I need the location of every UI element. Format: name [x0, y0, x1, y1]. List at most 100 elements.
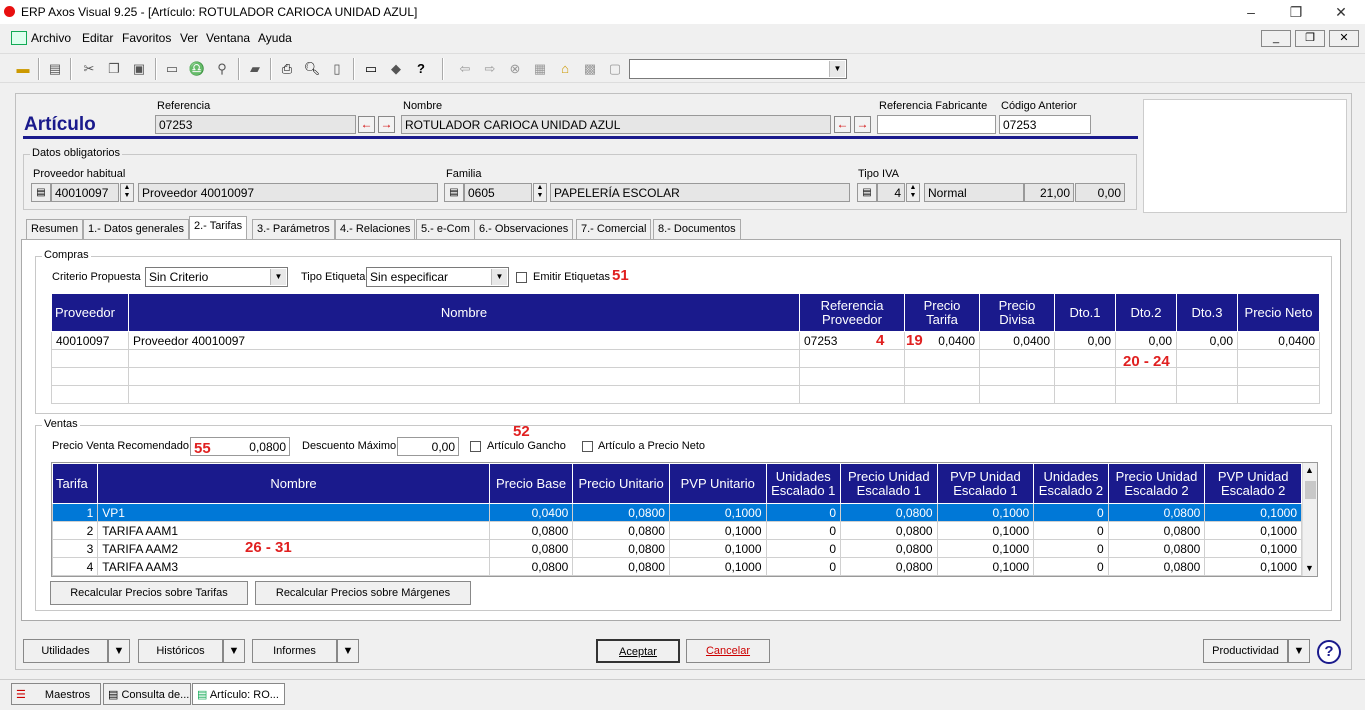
chevron-down-icon[interactable]: ▼	[270, 269, 286, 285]
cell[interactable]: 2	[52, 521, 99, 540]
cell[interactable]: 1	[52, 503, 99, 522]
cell[interactable]: TARIFA AAM2	[97, 539, 490, 558]
table-row[interactable]: 3 TARIFA AAM2 0,0800 0,0800 0,1000 0 0,0800…	[52, 539, 1302, 558]
col-precio-base[interactable]: Precio Base	[488, 463, 574, 504]
page-setup-icon[interactable]: ▯	[328, 60, 346, 78]
table-row[interactable]: 2 TARIFA AAM1 0,0800 0,0800 0,1000 0 0,0800…	[52, 521, 1302, 540]
address-combo[interactable]: ▼	[629, 59, 847, 79]
binoculars-icon[interactable]: ♎	[188, 60, 206, 78]
prev-record-icon[interactable]: ←	[358, 116, 375, 133]
cell[interactable]: 0,1000	[1204, 503, 1302, 522]
utilidades-button[interactable]: Utilidades	[23, 639, 108, 663]
open-folder-icon[interactable]: ▬	[14, 60, 32, 78]
cell[interactable]: 0,0800	[1107, 521, 1206, 540]
nombre-field[interactable]: ROTULADOR CARIOCA UNIDAD AZUL	[401, 115, 831, 134]
chevron-down-icon[interactable]: ▼	[491, 269, 507, 285]
cell[interactable]: 0,0800	[488, 521, 574, 540]
tipo-etiqueta-select[interactable]: Sin especificar ▼	[366, 267, 509, 287]
vertical-scrollbar[interactable]: ▲ ▼	[1302, 463, 1317, 576]
menu-ventana[interactable]: Ventana	[206, 31, 250, 45]
iva-lookup-icon[interactable]: ▤	[857, 183, 877, 202]
emitir-etiquetas-checkbox[interactable]	[516, 272, 527, 283]
familia-code-field[interactable]: 0605	[464, 183, 532, 202]
iva-code-field[interactable]: 4	[877, 183, 905, 202]
utilidades-dropdown[interactable]: ▼	[108, 639, 130, 663]
cell[interactable]: 0	[1033, 557, 1109, 576]
chevron-up-icon[interactable]: ▲	[1305, 465, 1314, 475]
next-record-icon[interactable]: →	[378, 116, 395, 133]
cell[interactable]: 3	[52, 539, 99, 558]
article-image[interactable]	[1143, 99, 1347, 213]
cell[interactable]: 0,0400	[488, 503, 574, 522]
cell[interactable]: 0,0800	[1107, 557, 1206, 576]
mdi-minimize-button[interactable]: _	[1261, 30, 1291, 47]
mdi-restore-button[interactable]: ❐	[1295, 30, 1325, 47]
cell[interactable]: 0	[1033, 539, 1109, 558]
minimize-button[interactable]: –	[1237, 2, 1265, 22]
chevron-down-icon[interactable]: ▼	[829, 61, 845, 77]
tab-documentos[interactable]: 8.- Documentos	[653, 219, 741, 239]
col-precio-unitario[interactable]: Precio Unitario	[572, 463, 670, 504]
cell[interactable]: 0,1000	[936, 503, 1035, 522]
cell[interactable]: 40010097	[51, 331, 129, 350]
history-icon[interactable]: ▩	[581, 60, 599, 78]
aceptar-button[interactable]: Aceptar	[596, 639, 680, 663]
col-precio-divisa[interactable]: Precio Divisa	[979, 293, 1055, 332]
col-dto1[interactable]: Dto.1	[1054, 293, 1116, 332]
iva-spinner[interactable]: ▲ ▼	[906, 183, 920, 202]
articulo-gancho-checkbox[interactable]	[470, 441, 481, 452]
cell[interactable]: 0,0800	[840, 521, 938, 540]
stop-icon[interactable]: ⊗	[506, 60, 524, 78]
cell[interactable]: 0,0800	[840, 503, 938, 522]
ref-fabricante-field[interactable]	[877, 115, 996, 134]
cell[interactable]: 0,1000	[936, 539, 1035, 558]
cell[interactable]: 0,0800	[488, 557, 574, 576]
forward-arrow-icon[interactable]: ⇨	[481, 60, 499, 78]
task-consulta[interactable]: ▤ Consulta de...	[103, 683, 191, 705]
table-row-empty[interactable]	[51, 385, 1320, 404]
descuento-maximo-field[interactable]: 0,00	[397, 437, 459, 456]
cell[interactable]: 0	[1033, 521, 1109, 540]
tag-icon[interactable]: ◆	[387, 60, 405, 78]
col-nombre[interactable]: Nombre	[128, 293, 800, 332]
cell[interactable]: 0	[765, 557, 842, 576]
favorites-icon[interactable]: ▢	[606, 60, 624, 78]
cell[interactable]: 0,1000	[668, 557, 767, 576]
eraser-icon[interactable]: ▰	[246, 60, 264, 78]
cell[interactable]: 0,0800	[572, 521, 670, 540]
cell[interactable]: 0,00	[1176, 331, 1238, 350]
precio-neto-checkbox[interactable]	[582, 441, 593, 452]
col-pvp-unidad-escalado-2[interactable]: PVP Unidad Escalado 2	[1204, 463, 1302, 504]
task-maestros[interactable]: ☰ Maestros	[11, 683, 101, 705]
cell[interactable]: 0,1000	[1204, 539, 1302, 558]
recalcular-tarifas-button[interactable]: Recalcular Precios sobre Tarifas	[50, 581, 248, 605]
col-pvp-unidad-escalado-1[interactable]: PVP Unidad Escalado 1	[936, 463, 1035, 504]
informes-dropdown[interactable]: ▼	[337, 639, 359, 663]
menu-editar[interactable]: Editar	[82, 31, 113, 45]
maximize-button[interactable]: ❐	[1282, 2, 1310, 22]
recalcular-margenes-button[interactable]: Recalcular Precios sobre Márgenes	[255, 581, 471, 605]
cancelar-button[interactable]: Cancelar	[686, 639, 770, 663]
cell[interactable]: 0	[765, 539, 842, 558]
cell[interactable]: TARIFA AAM3	[97, 557, 490, 576]
cell[interactable]: 07253	[799, 331, 905, 350]
col-dto2[interactable]: Dto.2	[1115, 293, 1177, 332]
cell[interactable]: 0,1000	[668, 521, 767, 540]
historicos-button[interactable]: Históricos	[138, 639, 223, 663]
familia-spinner[interactable]: ▲ ▼	[533, 183, 547, 202]
prev-name-icon[interactable]: ←	[834, 116, 851, 133]
menu-ver[interactable]: Ver	[180, 31, 198, 45]
tab-relaciones[interactable]: 4.- Relaciones	[335, 219, 416, 239]
cell[interactable]: 0,1000	[1204, 557, 1302, 576]
cell[interactable]: 0	[1033, 503, 1109, 522]
familia-lookup-icon[interactable]: ▤	[444, 183, 464, 202]
cell[interactable]: 0,1000	[936, 521, 1035, 540]
tab-comercial[interactable]: 7.- Comercial	[576, 219, 652, 239]
cell[interactable]: 0,0400	[1237, 331, 1320, 350]
cell[interactable]: 0,0800	[1107, 539, 1206, 558]
col-precio-neto[interactable]: Precio Neto	[1237, 293, 1320, 332]
mdi-close-button[interactable]: ✕	[1329, 30, 1359, 47]
informes-button[interactable]: Informes	[252, 639, 337, 663]
cell[interactable]: 0,0800	[572, 503, 670, 522]
cell[interactable]: 0,0800	[1107, 503, 1206, 522]
